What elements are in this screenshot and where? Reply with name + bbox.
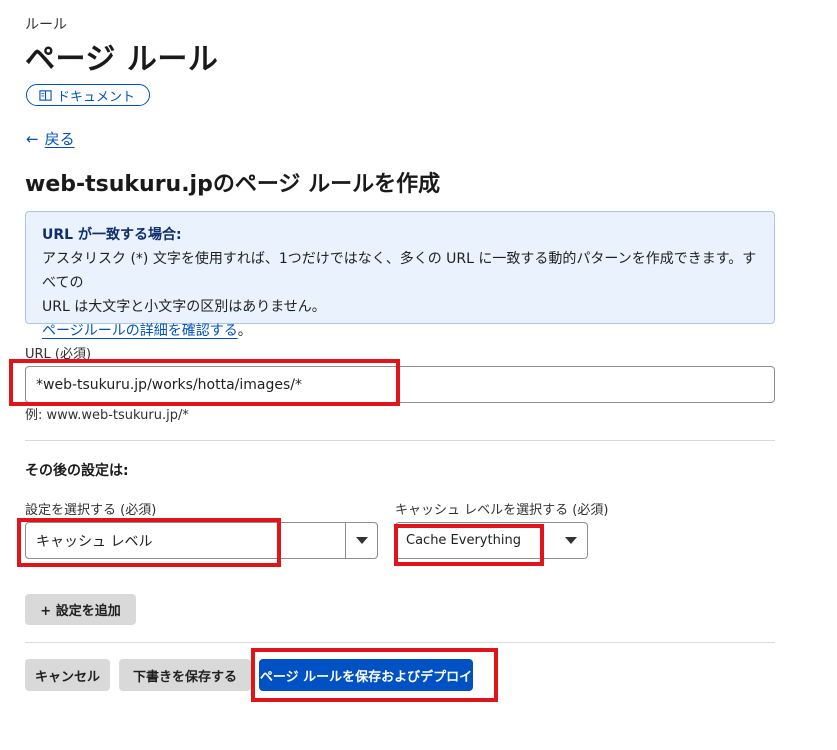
divider	[25, 440, 775, 441]
cache-level-select-arrow[interactable]	[555, 523, 587, 558]
info-line-1: アスタリスク (*) 文字を使用すれば、1つだけではなく、多くの URL に一致…	[42, 251, 757, 291]
docs-button[interactable]: ドキュメント	[26, 84, 151, 106]
book-icon	[39, 89, 52, 101]
save-draft-button[interactable]: 下書きを保存する	[119, 659, 251, 691]
cache-level-select[interactable]: Cache Everything	[395, 522, 588, 559]
breadcrumb: ルール	[25, 17, 67, 33]
info-box: URL が一致する場合: アスタリスク (*) 文字を使用すれば、1つだけではな…	[25, 211, 775, 339]
after-settings-label: その後の設定は:	[25, 463, 129, 479]
divider	[25, 642, 775, 643]
url-hint: 例: www.web-tsukuru.jp/*	[25, 408, 189, 423]
docs-button-label: ドキュメント	[57, 89, 136, 105]
add-setting-button[interactable]: + 設定を追加	[25, 594, 136, 625]
setting-label: 設定を選択する (必須)	[25, 503, 157, 518]
chevron-down-icon	[355, 537, 368, 544]
setting-select-value: キャッシュ レベル	[36, 533, 153, 550]
chevron-down-icon	[565, 537, 577, 544]
setting-select[interactable]: キャッシュ レベル	[25, 522, 378, 559]
info-link-suffix: 。	[237, 323, 252, 339]
cancel-button[interactable]: キャンセル	[25, 659, 110, 691]
setting-select-arrow[interactable]	[345, 523, 377, 558]
info-heading: URL が一致する場合:	[42, 227, 182, 243]
info-line-2: URL は大文字と小文字の区別はありません。	[42, 299, 326, 315]
cache-level-label: キャッシュ レベルを選択する (必須)	[395, 503, 609, 518]
url-label: URL (必須)	[25, 347, 92, 362]
save-deploy-button[interactable]: ページ ルールを保存およびデプロイ	[259, 659, 473, 691]
info-line-3: ページルールの詳細を確認する。	[42, 319, 758, 343]
url-input[interactable]	[25, 366, 775, 403]
cache-level-select-value: Cache Everything	[406, 533, 521, 548]
page-title: ページ ルール	[25, 42, 219, 77]
back-link[interactable]: ← 戻る	[26, 128, 75, 149]
arrow-left-icon: ←	[26, 129, 39, 148]
form-title: web-tsukuru.jpのページ ルールを作成	[25, 172, 441, 197]
back-link-label: 戻る	[44, 130, 75, 148]
info-details-link[interactable]: ページルールの詳細を確認する	[42, 323, 238, 339]
